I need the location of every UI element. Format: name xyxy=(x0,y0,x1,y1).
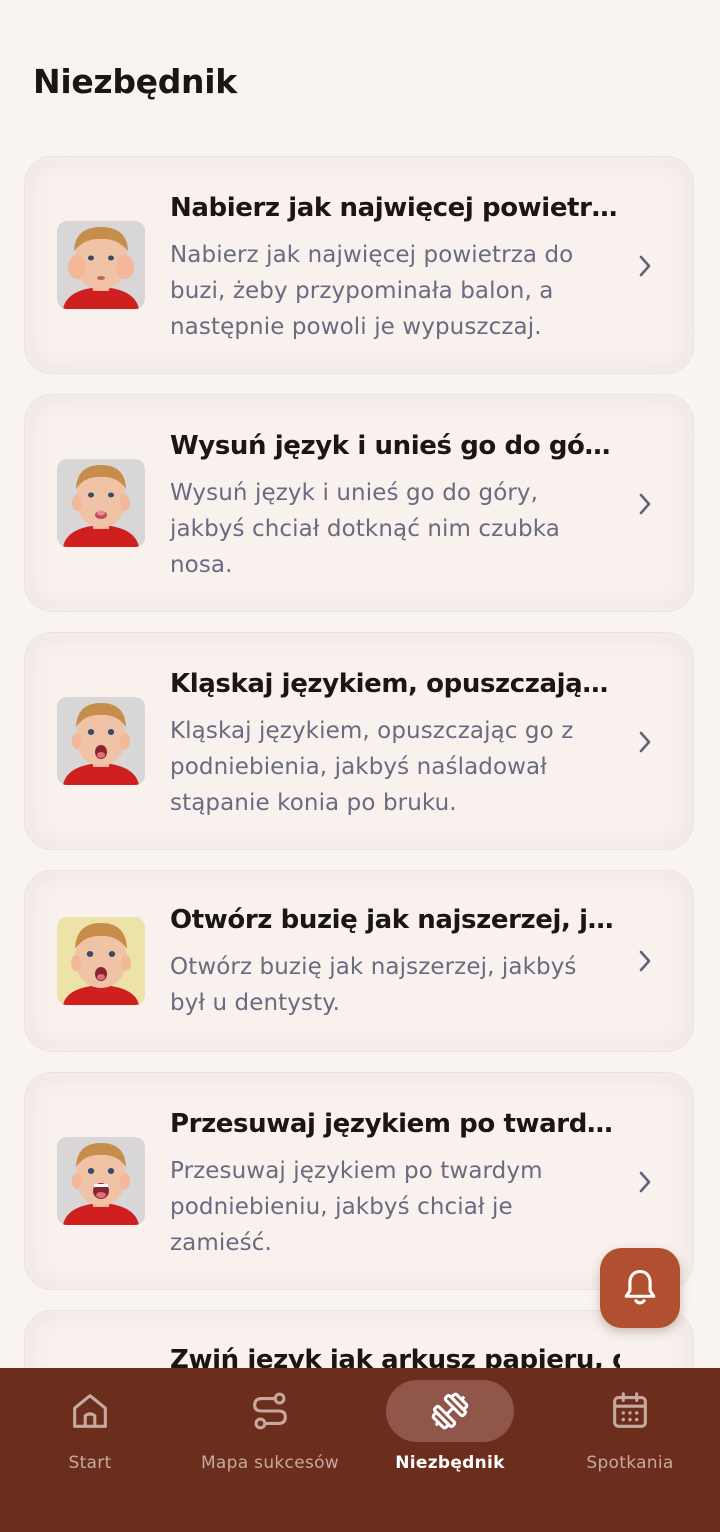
exercise-thumbnail xyxy=(57,221,145,309)
nav-label: Niezbędnik xyxy=(395,1453,505,1473)
chevron-right-icon xyxy=(639,255,651,277)
exercise-description: Kląskaj językiem, opuszczając go z podni… xyxy=(170,718,574,816)
exercise-card[interactable]: Przesuwaj językiem po twardym podniebien… xyxy=(24,1072,694,1290)
chevron-right-icon xyxy=(639,950,651,972)
exercise-title: Otwórz buzię jak najszerzej, jakbyś był … xyxy=(170,905,620,935)
exercise-title: Wysuń język i unieś go do góry, jakbyś c… xyxy=(170,431,620,461)
exercise-title: Kląskaj językiem, opuszczając go z podni… xyxy=(170,669,620,699)
exercise-thumbnail xyxy=(57,917,145,1005)
exercise-description: Nabierz jak najwięcej powietrza do buzi,… xyxy=(170,242,574,340)
exercise-card[interactable]: Zwiń język jak arkusz papieru, d xyxy=(24,1310,694,1368)
page-title: Niezbędnik xyxy=(33,62,237,101)
chevron-right-icon xyxy=(639,731,651,753)
exercise-card[interactable]: Otwórz buzię jak najszerzej, jakbyś był … xyxy=(24,870,694,1052)
chevron-right-icon xyxy=(639,493,651,515)
dumbbell-icon xyxy=(431,1392,469,1430)
nav-item-start[interactable]: Start xyxy=(0,1368,180,1532)
exercise-title: Nabierz jak najwięcej powietrza do buzi,… xyxy=(170,193,620,223)
calendar-icon xyxy=(613,1392,647,1428)
bottom-navigation: Start Mapa sukcesów Niezbędnik Spotkania xyxy=(0,1368,720,1532)
exercise-thumbnail xyxy=(57,1137,145,1225)
exercise-description: Przesuwaj językiem po twardym podniebien… xyxy=(170,1158,543,1256)
bell-icon xyxy=(624,1269,656,1305)
nav-item-niezbednik[interactable]: Niezbędnik xyxy=(360,1368,540,1532)
nav-label: Spotkania xyxy=(586,1453,674,1473)
route-icon xyxy=(253,1392,287,1430)
nav-label: Start xyxy=(68,1453,112,1473)
exercise-description: Otwórz buzię jak najszerzej, jakbyś był … xyxy=(170,954,577,1016)
nav-item-mapa-sukcesow[interactable]: Mapa sukcesów xyxy=(180,1368,360,1532)
nav-label: Mapa sukcesów xyxy=(200,1453,340,1473)
exercise-thumbnail xyxy=(57,697,145,785)
exercise-title: Zwiń język jak arkusz papieru, d xyxy=(170,1345,620,1368)
notifications-button[interactable] xyxy=(600,1248,680,1328)
exercise-description: Wysuń język i unieś go do góry, jakbyś c… xyxy=(170,480,560,578)
exercise-list: Nabierz jak najwięcej powietrza do buzi,… xyxy=(24,156,696,1368)
exercise-card[interactable]: Wysuń język i unieś go do góry, jakbyś c… xyxy=(24,394,694,612)
home-icon xyxy=(73,1394,107,1428)
nav-item-spotkania[interactable]: Spotkania xyxy=(540,1368,720,1532)
exercise-card[interactable]: Nabierz jak najwięcej powietrza do buzi,… xyxy=(24,156,694,374)
chevron-right-icon xyxy=(639,1171,651,1193)
exercise-thumbnail xyxy=(57,459,145,547)
exercise-title: Przesuwaj językiem po twardym podniebien… xyxy=(170,1109,620,1139)
exercise-card[interactable]: Kląskaj językiem, opuszczając go z podni… xyxy=(24,632,694,850)
